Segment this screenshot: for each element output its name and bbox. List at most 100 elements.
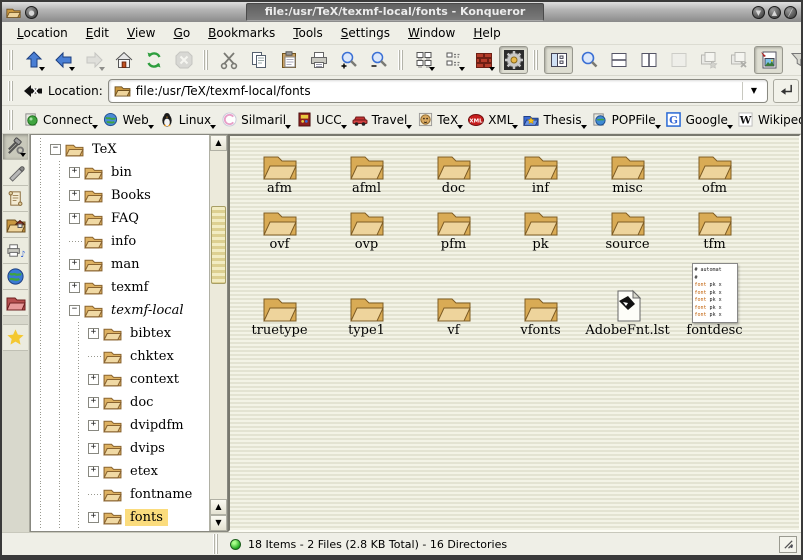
file-icon-view[interactable]: afm afml doc inf misc ofm ovf ovp pfm pk… [228, 134, 801, 532]
zoom-out-button[interactable] [364, 46, 393, 74]
sidebar-tools-button[interactable] [3, 134, 28, 160]
sidebar-pencil-button[interactable] [3, 160, 28, 186]
tree-item-fontname[interactable]: fontname [31, 483, 209, 506]
bookmark-ucc[interactable]: UCC [293, 110, 347, 130]
split-horizontal-button[interactable] [604, 46, 633, 74]
menu-tools[interactable]: Tools [286, 24, 330, 42]
tree-item-books[interactable]: +Books [31, 184, 209, 207]
tree-item-info[interactable]: info [31, 230, 209, 253]
filter-button[interactable] [784, 46, 803, 74]
remove-view-button[interactable] [724, 46, 753, 74]
tree-item-texmf[interactable]: +texmf [31, 276, 209, 299]
expand-icon[interactable]: + [88, 328, 99, 339]
tree-item-dvipdfm[interactable]: +dvipdfm [31, 414, 209, 437]
collapse-icon[interactable]: − [69, 305, 80, 316]
toolbar-grip[interactable] [203, 50, 209, 70]
up-button[interactable] [19, 46, 48, 74]
file-item-fontdesc[interactable]: # automat#font pk xfont pk xfont pk xfon… [671, 252, 758, 338]
bookmark-thesis[interactable]: Thesis [520, 110, 586, 130]
file-item-ofm[interactable]: ofm [671, 140, 758, 196]
file-item-afml[interactable]: afml [323, 140, 410, 196]
konqueror-gear-button[interactable] [499, 46, 528, 74]
file-item-pfm[interactable]: pfm [410, 196, 497, 252]
tree-item-bin[interactable]: +bin [31, 161, 209, 184]
bookmark-google[interactable]: GGoogle [663, 110, 733, 130]
expand-icon[interactable]: + [69, 213, 80, 224]
close-button[interactable]: ╱ [784, 6, 797, 19]
sidebar-home-folder-button[interactable] [3, 212, 28, 238]
menu-help[interactable]: Help [466, 24, 507, 42]
paste-button[interactable] [274, 46, 303, 74]
sidebar-root-folder-button[interactable] [3, 290, 28, 316]
menu-location[interactable]: Location [10, 24, 75, 42]
sidebar-services-button[interactable]: ♪ [3, 238, 28, 264]
toolbar-grip[interactable] [533, 50, 539, 70]
file-item-truetype[interactable]: truetype [236, 252, 323, 338]
tree-item-doc[interactable]: +doc [31, 391, 209, 414]
maximize-button[interactable]: ▲ [768, 6, 781, 19]
location-input[interactable]: file:/usr/TeX/texmf-local/fonts ▼ [108, 79, 768, 103]
file-item-misc[interactable]: misc [584, 140, 671, 196]
tree-item-tex[interactable]: −TeX [31, 138, 209, 161]
bookmark-tex[interactable]: TeX [414, 110, 463, 130]
cut-button[interactable] [214, 46, 243, 74]
tree-item-bibtex[interactable]: +bibtex [31, 322, 209, 345]
expand-icon[interactable]: + [88, 374, 99, 385]
expand-icon[interactable]: + [69, 190, 80, 201]
location-dropdown-icon[interactable]: ▼ [742, 82, 765, 100]
file-item-tfm[interactable]: tfm [671, 196, 758, 252]
reload-button[interactable] [139, 46, 168, 74]
toolbar-grip[interactable] [8, 81, 14, 101]
window-menu-folder-icon[interactable] [6, 6, 21, 19]
tree-item-man[interactable]: +man [31, 253, 209, 276]
sidebar-network-button[interactable] [3, 264, 28, 290]
toolbar-grip[interactable] [8, 50, 14, 70]
expand-icon[interactable]: + [69, 282, 80, 293]
minimize-button[interactable]: ▼ [752, 6, 765, 19]
expand-icon[interactable]: + [69, 167, 80, 178]
show-sidebar-button[interactable] [544, 46, 573, 74]
scrollbar-thumb[interactable] [211, 206, 226, 284]
bookmark-travel[interactable]: Travel [349, 110, 413, 130]
file-item-ovp[interactable]: ovp [323, 196, 410, 252]
tree-item-etex[interactable]: +etex [31, 460, 209, 483]
bookmark-xml[interactable]: XMLXML [465, 110, 518, 130]
tree-item-dvips[interactable]: +dvips [31, 437, 209, 460]
menu-edit[interactable]: Edit [79, 24, 116, 42]
menu-window[interactable]: Window [401, 24, 462, 42]
stop-button[interactable] [169, 46, 198, 74]
bookmark-popfile[interactable]: POPFile [589, 110, 661, 130]
file-item-adobefnt-lst[interactable]: AdobeFnt.lst [584, 252, 671, 338]
bookmark-silmaril[interactable]: Silmaril [218, 110, 291, 130]
titlebar[interactable]: ● file:/usr/TeX/texmf-local/fonts - Konq… [2, 2, 801, 22]
toolbar-grip[interactable] [398, 50, 404, 70]
file-item-type1[interactable]: type1 [323, 252, 410, 338]
tree-scrollbar[interactable]: ▲ ▲ ▼ [209, 135, 227, 531]
bookmark-connect[interactable]: Connect [20, 110, 98, 130]
bookmark-web[interactable]: Web [100, 110, 154, 130]
close-view-button[interactable] [664, 46, 693, 74]
detailed-view-button[interactable] [439, 46, 468, 74]
menu-view[interactable]: View [120, 24, 162, 42]
file-item-pk[interactable]: pk [497, 196, 584, 252]
tree-item-fonts[interactable]: +fonts [31, 506, 209, 529]
menu-bookmarks[interactable]: Bookmarks [201, 24, 282, 42]
expand-icon[interactable]: + [88, 420, 99, 431]
clear-location-icon[interactable] [23, 84, 43, 98]
scroll-up-icon[interactable]: ▲ [210, 499, 227, 515]
file-item-inf[interactable]: inf [497, 140, 584, 196]
file-item-afm[interactable]: afm [236, 140, 323, 196]
home-button[interactable] [109, 46, 138, 74]
new-view-button[interactable] [694, 46, 723, 74]
expand-icon[interactable]: + [69, 259, 80, 270]
collapse-icon[interactable]: − [50, 144, 61, 155]
tree-item-texmf-local[interactable]: −texmf-local [31, 299, 209, 322]
print-button[interactable] [304, 46, 333, 74]
scroll-up-icon[interactable]: ▲ [210, 135, 227, 151]
location-value[interactable]: file:/usr/TeX/texmf-local/fonts [136, 84, 737, 98]
expand-icon[interactable]: + [88, 466, 99, 477]
expand-icon[interactable]: + [88, 512, 99, 523]
file-item-ovf[interactable]: ovf [236, 196, 323, 252]
sidebar-history-button[interactable] [3, 186, 28, 212]
scroll-down-icon[interactable]: ▼ [210, 515, 227, 531]
